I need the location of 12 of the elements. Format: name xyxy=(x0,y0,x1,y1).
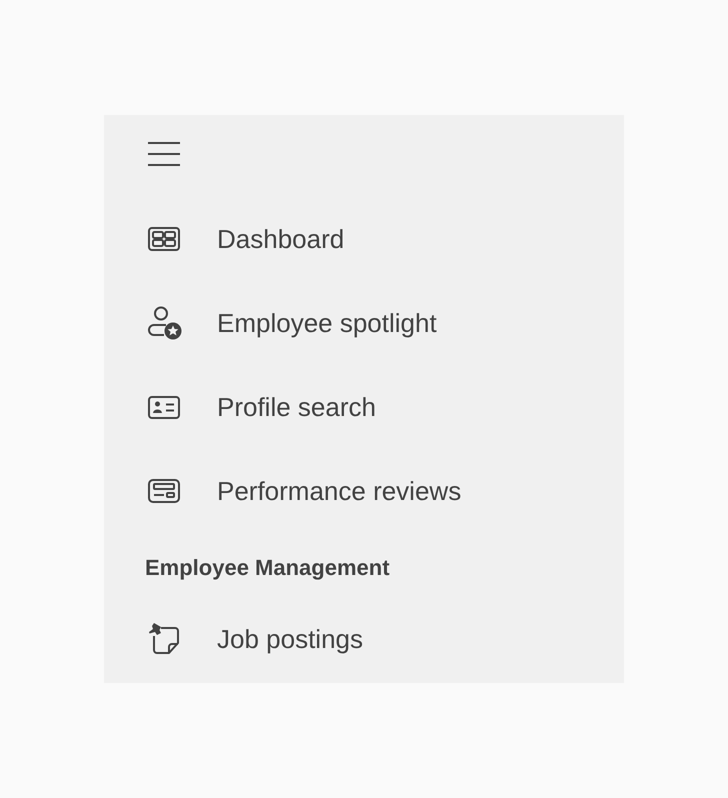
pinned-note-icon xyxy=(148,622,182,656)
nav-item[interactable]: Profile search xyxy=(136,367,592,447)
section-header: Employee Management xyxy=(144,554,390,582)
nav-item[interactable]: Job postings xyxy=(136,599,592,679)
nav-item[interactable]: Dashboard xyxy=(136,199,592,279)
nav-item[interactable]: Employee spotlight xyxy=(136,283,592,363)
person-star-icon xyxy=(148,306,182,340)
menu-icon xyxy=(148,142,180,166)
nav-item[interactable]: Performance reviews xyxy=(136,451,592,531)
contact-card-icon xyxy=(148,396,180,418)
review-card-icon xyxy=(148,479,180,503)
dashboard-grid-icon xyxy=(148,227,180,251)
